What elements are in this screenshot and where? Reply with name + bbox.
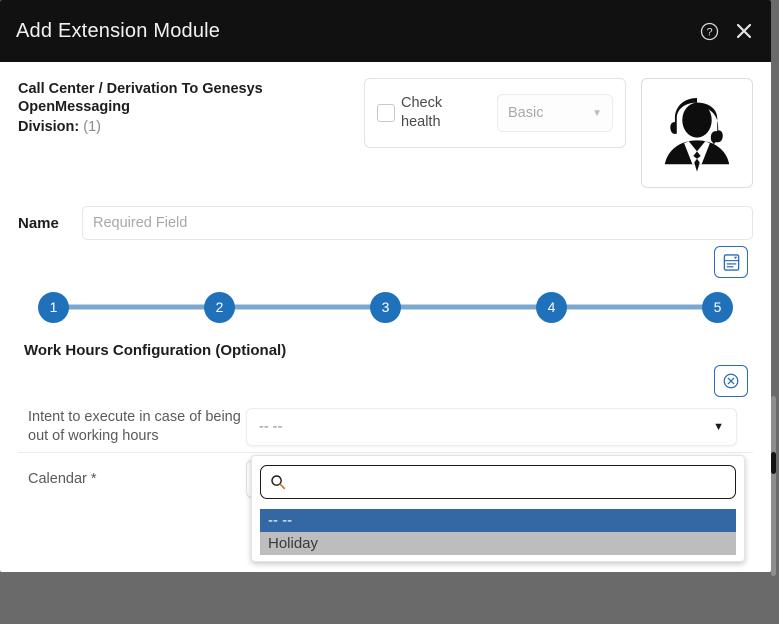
wizard-step-1[interactable]: 1 xyxy=(38,291,69,323)
name-label: Name xyxy=(18,214,59,232)
calendar-label: Calendar * xyxy=(28,470,97,487)
call-center-agent-avatar-icon xyxy=(651,87,743,179)
avatar xyxy=(641,78,753,188)
vertical-scrollbar-thumb[interactable] xyxy=(771,452,776,474)
name-input[interactable] xyxy=(82,206,753,240)
calendar-search-input[interactable] xyxy=(260,465,736,499)
check-health-label: Check health xyxy=(401,95,443,130)
health-level-select[interactable]: Basic ▼ xyxy=(497,94,613,132)
out-of-hours-intent-label: Intent to execute in case of being out o… xyxy=(28,408,241,444)
calendar-option-none[interactable]: -- -- xyxy=(260,509,736,532)
work-hours-section-title: Work Hours Configuration (Optional) xyxy=(24,342,287,359)
check-health-checkbox[interactable] xyxy=(377,104,395,122)
division-label: Division: xyxy=(18,119,80,135)
division-value: (1) xyxy=(83,119,101,135)
chevron-down-icon: ▼ xyxy=(713,420,724,433)
out-of-hours-intent-row: Intent to execute in case of being out o… xyxy=(18,401,753,453)
out-of-hours-intent-select[interactable]: -- -- ▼ xyxy=(246,407,737,446)
wizard-step-3[interactable]: 3 xyxy=(370,291,401,323)
work-hours-actions-row xyxy=(18,365,753,397)
form-template-button-row xyxy=(18,246,753,278)
close-icon[interactable] xyxy=(735,22,753,40)
calendar-search-wrapper xyxy=(260,465,736,499)
entity-summary: Call Center / Derivation To Genesys Open… xyxy=(18,78,348,136)
circle-x-icon xyxy=(722,372,740,390)
remove-work-hours-button[interactable] xyxy=(714,365,748,397)
page-root: Add Extension Module ? Call Center / Der… xyxy=(0,0,779,624)
health-check-group: Check health Basic ▼ xyxy=(364,78,626,148)
division-line: Division: (1) xyxy=(18,118,348,136)
svg-text:?: ? xyxy=(706,26,712,38)
calendar-option-holiday[interactable]: Holiday xyxy=(260,532,736,555)
calendar-dropdown-panel: -- -- Holiday xyxy=(251,455,745,562)
wizard-step-4[interactable]: 4 xyxy=(536,291,567,323)
check-health-control[interactable]: Check health xyxy=(377,94,489,132)
chevron-down-icon: ▼ xyxy=(592,107,602,119)
entity-path: Call Center / Derivation To Genesys Open… xyxy=(18,81,263,115)
dialog-title: Add Extension Module xyxy=(16,19,221,42)
form-template-icon xyxy=(722,253,741,272)
out-of-hours-intent-value: -- -- xyxy=(259,418,283,435)
vertical-scrollbar-track[interactable] xyxy=(771,396,776,576)
dialog-header-actions: ? xyxy=(700,22,753,41)
summary-row: Call Center / Derivation To Genesys Open… xyxy=(18,62,753,188)
dialog-header: Add Extension Module ? xyxy=(0,0,771,62)
health-level-value: Basic xyxy=(508,105,544,121)
wizard-step-5[interactable]: 5 xyxy=(702,291,733,323)
form-template-button[interactable] xyxy=(714,246,748,278)
help-circle-icon[interactable]: ? xyxy=(700,22,719,41)
wizard-stepper: 1 2 3 4 5 xyxy=(38,284,733,330)
wizard-step-2[interactable]: 2 xyxy=(204,291,235,323)
name-field-row: Name xyxy=(18,206,753,240)
